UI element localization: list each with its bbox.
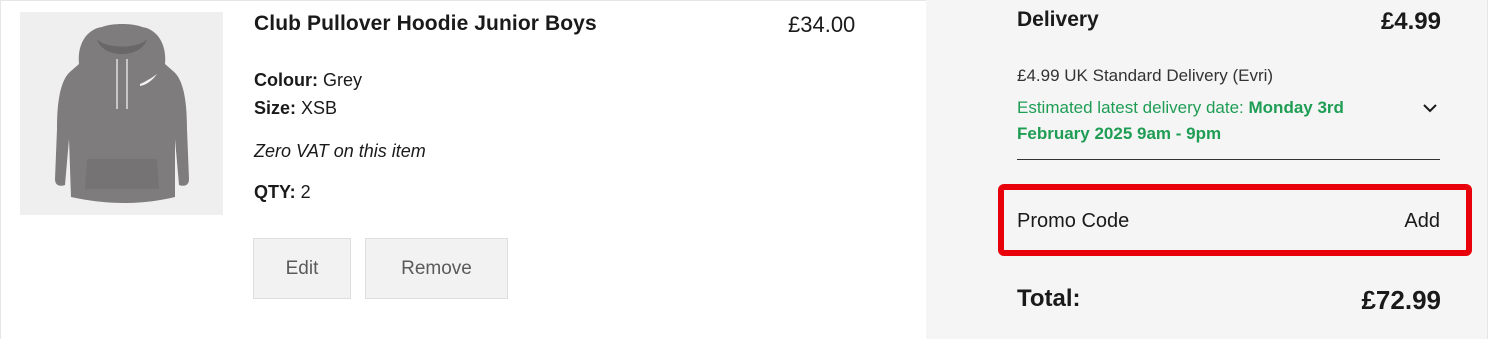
product-price: £34.00 xyxy=(788,12,856,37)
qty-label: QTY: xyxy=(254,182,296,202)
size-label: Size: xyxy=(254,98,297,118)
promo-code-label: Promo Code xyxy=(1017,209,1130,232)
colour-value: Grey xyxy=(317,70,362,90)
hoodie-image xyxy=(54,23,189,203)
total-label: Total: xyxy=(1017,285,1081,312)
edit-button[interactable]: Edit xyxy=(253,238,351,299)
summary-divider xyxy=(1017,159,1440,160)
chevron-down-icon[interactable] xyxy=(1420,98,1440,118)
delivery-estimate: Estimated latest delivery date: Monday 3… xyxy=(1017,95,1417,147)
delivery-method: £4.99 UK Standard Delivery (Evri) xyxy=(1017,66,1274,85)
colour-label: Colour: xyxy=(254,70,318,90)
vat-note: Zero VAT on this item xyxy=(254,141,426,161)
product-size: Size: XSB xyxy=(254,98,337,119)
delivery-label: Delivery xyxy=(1017,8,1099,31)
product-quantity: QTY: 2 xyxy=(254,182,311,203)
size-value: XSB xyxy=(296,98,338,118)
delivery-cost: £4.99 xyxy=(1380,8,1441,35)
promo-add-link[interactable]: Add xyxy=(1404,210,1440,233)
product-image[interactable] xyxy=(20,12,223,215)
promo-code-row[interactable]: Promo Code Add xyxy=(1017,207,1440,235)
product-colour: Colour: Grey xyxy=(254,70,362,91)
estimate-prefix: Estimated latest delivery date: xyxy=(1017,98,1249,117)
remove-button[interactable]: Remove xyxy=(365,238,508,299)
qty-value: 2 xyxy=(295,182,311,202)
product-title[interactable]: Club Pullover Hoodie Junior Boys xyxy=(254,12,597,36)
total-value: £72.99 xyxy=(1361,285,1441,315)
basket-item-panel: Club Pullover Hoodie Junior Boys £34.00 … xyxy=(0,0,926,339)
